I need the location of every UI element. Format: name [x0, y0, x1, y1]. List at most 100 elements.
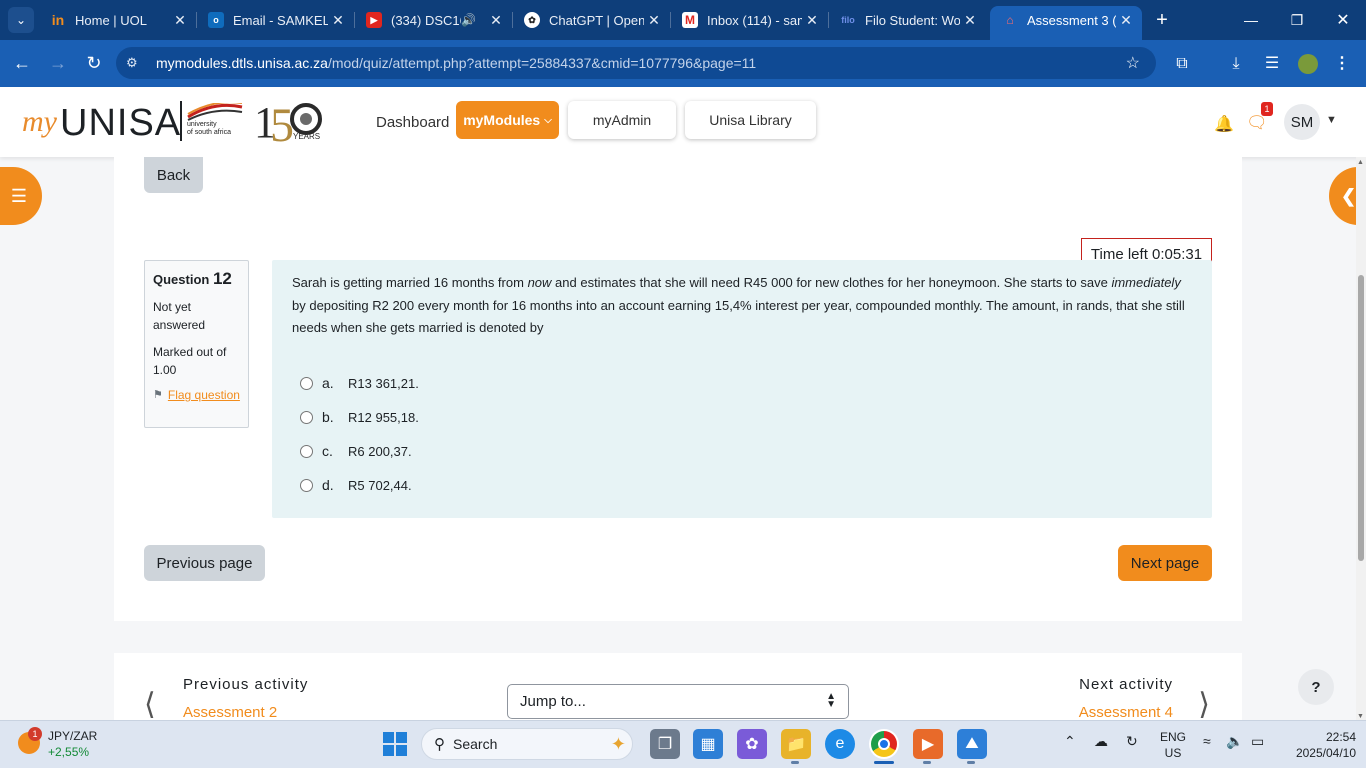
- user-avatar[interactable]: SM: [1284, 104, 1320, 140]
- minimize-button[interactable]: —: [1228, 0, 1274, 40]
- tab-filo[interactable]: filo Filo Student: Wo ✕: [828, 6, 986, 34]
- battery-icon[interactable]: ▭: [1251, 733, 1264, 750]
- task-view-icon[interactable]: ❐: [650, 729, 680, 759]
- sync-icon[interactable]: ↻: [1126, 733, 1138, 750]
- unisa-favicon-icon: ⌂: [1006, 13, 1014, 27]
- tab-search-button[interactable]: ⌄: [8, 7, 34, 33]
- list-icon: ☰: [10, 185, 28, 206]
- jump-to-select[interactable]: Jump to... ▲ ▼: [507, 684, 849, 719]
- answer-option-c[interactable]: c. R6 200,37.: [300, 434, 419, 468]
- close-tab-icon[interactable]: ✕: [170, 12, 190, 29]
- audio-playing-icon[interactable]: 🔊: [461, 13, 476, 27]
- weather-widget[interactable]: 1 JPY/ZAR +2,55%: [18, 727, 98, 760]
- nav-myadmin[interactable]: myAdmin: [568, 101, 676, 139]
- file-explorer-icon[interactable]: 📁: [781, 729, 811, 759]
- radio-button[interactable]: [300, 444, 313, 458]
- extensions-icon[interactable]: ⧉: [1170, 52, 1194, 76]
- volume-icon[interactable]: 🔈: [1226, 733, 1243, 750]
- page-scrollbar[interactable]: ▲ ▼: [1356, 157, 1366, 720]
- profile-avatar-icon[interactable]: [1296, 52, 1320, 76]
- forward-arrow-icon[interactable]: →: [46, 52, 70, 76]
- reload-icon[interactable]: ↻: [82, 52, 106, 76]
- chevron-down-icon[interactable]: ▼: [1326, 114, 1337, 126]
- scrollbar-thumb[interactable]: [1358, 275, 1364, 561]
- radio-button[interactable]: [300, 376, 313, 390]
- close-tab-icon[interactable]: ✕: [1116, 12, 1136, 29]
- restore-button[interactable]: ❐: [1274, 0, 1320, 40]
- answer-option-a[interactable]: a. R13 361,21.: [300, 366, 419, 400]
- media-control-icon[interactable]: ☰: [1260, 52, 1284, 76]
- radio-button[interactable]: [300, 478, 313, 492]
- widget-value: +2,55%: [48, 745, 90, 759]
- activity-navigation: ⟨ Previous activity Assessment 2 Jump to…: [114, 653, 1242, 720]
- edge-browser-icon[interactable]: e: [825, 729, 855, 759]
- next-activity-link[interactable]: Assessment 4: [1079, 704, 1173, 720]
- radio-button[interactable]: [300, 410, 313, 424]
- widget-title: JPY/ZAR: [48, 729, 98, 743]
- download-icon[interactable]: ⤓: [1224, 52, 1248, 76]
- taskbar-search[interactable]: ⚲ Search ✦: [421, 728, 633, 760]
- media-player-icon[interactable]: ▶: [913, 729, 943, 759]
- tab-gmail[interactable]: M Inbox (114) - sam ✕: [670, 6, 829, 34]
- tab-assessment-3[interactable]: ⌂ Assessment 3 (p ✕: [990, 6, 1142, 40]
- nav-mymodules[interactable]: myModules ⌵: [456, 101, 559, 139]
- chatgpt-favicon-icon: ✿: [524, 12, 540, 28]
- close-tab-icon[interactable]: ✕: [960, 12, 980, 29]
- tab-email[interactable]: o Email - SAMKELO ✕: [196, 6, 355, 34]
- back-arrow-icon[interactable]: ←: [10, 52, 34, 76]
- close-tab-icon[interactable]: ✕: [644, 12, 664, 29]
- bookmark-star-icon[interactable]: ☆: [1126, 53, 1140, 73]
- chrome-browser-icon[interactable]: [869, 729, 899, 759]
- site-info-icon[interactable]: ⚙: [126, 55, 156, 71]
- tab-youtube[interactable]: ▶ (334) DSC16 🔊 ✕: [354, 6, 513, 34]
- address-bar[interactable]: ⚙ mymodules.dtls.unisa.ac.za/mod/quiz/at…: [116, 47, 1156, 79]
- clock[interactable]: 22:54 2025/04/10: [1280, 729, 1356, 761]
- close-tab-icon[interactable]: ✕: [328, 12, 348, 29]
- logo-unisa[interactable]: UNISA: [60, 102, 181, 145]
- close-window-button[interactable]: ✕: [1320, 0, 1366, 40]
- tab-chatgpt[interactable]: ✿ ChatGPT | OpenAI ✕: [512, 6, 671, 34]
- close-tab-icon[interactable]: ✕: [802, 12, 822, 29]
- chevron-left-icon: ❮: [1341, 185, 1357, 206]
- logo-subtitle: university of south africa: [187, 121, 231, 136]
- close-tab-icon[interactable]: ✕: [486, 12, 506, 29]
- windows-start-icon[interactable]: [383, 732, 407, 756]
- help-button[interactable]: ?: [1298, 669, 1334, 705]
- answer-option-d[interactable]: d. R5 702,44.: [300, 468, 419, 502]
- onedrive-icon[interactable]: ☁: [1094, 733, 1108, 750]
- previous-activity-title: Previous activity: [183, 676, 309, 693]
- nav-dashboard[interactable]: Dashboard: [376, 114, 449, 131]
- wifi-icon[interactable]: ≈: [1203, 733, 1211, 749]
- previous-page-button[interactable]: Previous page: [144, 545, 265, 581]
- chevron-right-icon[interactable]: ⟩: [1198, 687, 1210, 720]
- copilot-icon[interactable]: ✿: [737, 729, 767, 759]
- flag-question-link[interactable]: ⚑ Flag question: [153, 386, 240, 404]
- nav-unisa-library[interactable]: Unisa Library: [685, 101, 816, 139]
- new-tab-button[interactable]: +: [1150, 8, 1174, 32]
- logo-my[interactable]: my: [22, 105, 57, 139]
- scroll-up-icon[interactable]: ▲: [1357, 159, 1364, 166]
- bell-icon[interactable]: 🔔: [1214, 114, 1234, 134]
- microsoft-store-icon[interactable]: ▦: [693, 729, 723, 759]
- next-page-button[interactable]: Next page: [1118, 545, 1212, 581]
- search-highlight-icon: ✦: [610, 733, 626, 754]
- svg-text:5: 5: [270, 99, 294, 149]
- input-language[interactable]: ENG US: [1160, 729, 1186, 761]
- photos-app-icon[interactable]: ⛰: [957, 729, 987, 759]
- back-button[interactable]: Back: [144, 157, 203, 193]
- chat-bubble-icon[interactable]: 🗨: [1246, 113, 1268, 133]
- tab-home-uol[interactable]: in Home | UOL ✕: [38, 6, 197, 34]
- question-state: Not yet answered: [153, 300, 206, 332]
- currency-widget-icon: 1: [18, 727, 42, 754]
- chevron-left-icon[interactable]: ⟨: [144, 687, 156, 720]
- previous-activity-link[interactable]: Assessment 2: [183, 704, 277, 720]
- widget-badge: 1: [28, 727, 42, 741]
- question-text: Sarah is getting married 16 months from …: [292, 275, 1185, 335]
- browser-menu-icon[interactable]: ⋮: [1330, 52, 1354, 76]
- scroll-down-icon[interactable]: ▼: [1357, 713, 1364, 720]
- course-index-toggle[interactable]: ☰: [0, 167, 42, 225]
- answer-option-b[interactable]: b. R12 955,18.: [300, 400, 419, 434]
- url-host: mymodules.dtls.unisa.ac.za: [156, 55, 328, 71]
- show-hidden-icons-chevron-icon[interactable]: ⌃: [1064, 733, 1076, 750]
- logo-years: YEARS: [293, 132, 321, 141]
